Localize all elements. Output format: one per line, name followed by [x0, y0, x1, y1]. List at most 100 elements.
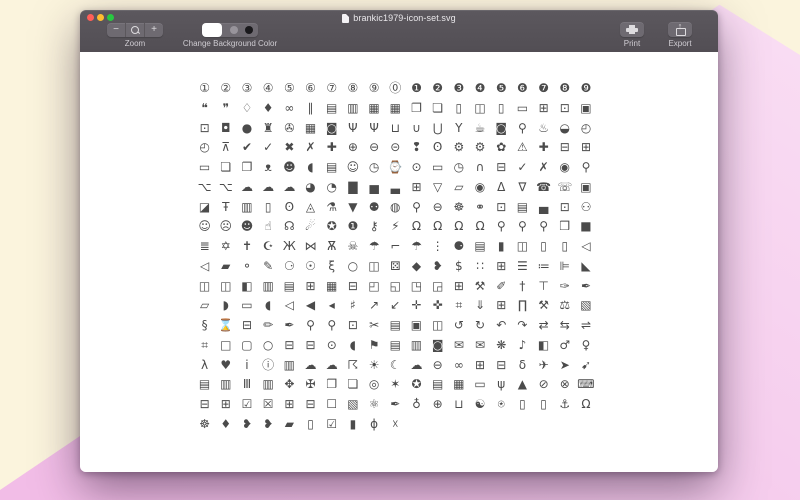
anchor-icon: ⚓ — [554, 395, 575, 415]
crosshair-h-icon: ✜ — [427, 296, 448, 316]
pie-chart-icon: ◕ — [300, 178, 321, 198]
layout-2col-icon: ◫ — [215, 277, 236, 297]
num-2-icon: ② — [215, 79, 236, 99]
pen-icon: ✒ — [279, 316, 300, 336]
background-color-label: Change Background Color — [183, 39, 277, 48]
mic-icon: Ψ — [364, 119, 385, 139]
gauge-2-icon: ◴ — [194, 138, 215, 158]
print-label: Print — [624, 39, 640, 48]
medal-icon: ✪ — [321, 217, 342, 237]
rotate-ccw-icon: ↺ — [448, 316, 469, 336]
skull-icon: ☠ — [342, 237, 363, 257]
gem-icon: ◆ — [406, 257, 427, 277]
set-square-icon: ◣ — [575, 257, 596, 277]
bulb-outline-icon: ○ — [342, 257, 363, 277]
storm-cloud-icon: ☈ — [342, 356, 363, 376]
beer-icon: ◙ — [491, 119, 512, 139]
org-chart-icon: ⌥ — [215, 178, 236, 198]
minus-circle-icon: ⊝ — [385, 138, 406, 158]
swatch-white[interactable] — [202, 23, 222, 37]
fullscreen-button[interactable] — [107, 14, 114, 21]
icon-row: λ♥iⓘ▥☁☁☈☀☾☁⊖∞⊞⊟δ✈➤➹ — [194, 356, 597, 376]
eraser-icon: ▰ — [279, 415, 300, 435]
tools-icon: ⚒ — [469, 277, 490, 297]
tag-solid-icon: ♦ — [258, 99, 279, 119]
car-icon: ⊖ — [427, 356, 448, 376]
camera-icon: ◘ — [215, 119, 236, 139]
camera-solid-icon: ● — [236, 119, 257, 139]
clipboard-solid-icon: ▮ — [342, 415, 363, 435]
bed-icon: ▄ — [533, 198, 554, 218]
close-button[interactable] — [87, 14, 94, 21]
presentation-icon: ⊞ — [406, 178, 427, 198]
fan-icon: ❋ — [491, 336, 512, 356]
box-icon: ❒ — [554, 217, 575, 237]
robot-mask-icon: Ж — [279, 237, 300, 257]
check-circle-icon: ✓ — [258, 138, 279, 158]
female-icon: ♀ — [575, 336, 596, 356]
tag-icon: ♢ — [236, 99, 257, 119]
gear-outline-icon: ✿ — [491, 138, 512, 158]
zoom-in-icon: ⚲ — [491, 217, 512, 237]
num-6-icon: ⑥ — [300, 79, 321, 99]
icon-row: ◴⊼✔✓✖✗✚⊕⊖⊝❢ʘ⚙⚙✿⚠✚⊟⊞ — [194, 138, 597, 158]
ribbon-icon: λ — [194, 356, 215, 376]
arrows-out-icon: ✥ — [279, 375, 300, 395]
icon-row: ⊟⊞☑☒⊞⊟☐▧⚛✒♁⊕⊔☯⍟▯▯⚓Ω — [194, 395, 597, 415]
smiley-icon: ☺ — [194, 217, 215, 237]
printer-icon — [626, 25, 638, 34]
camcorder-icon: ◙ — [321, 119, 342, 139]
photo-stack-icon: ❏ — [215, 158, 236, 178]
magnifier-icon — [131, 26, 139, 34]
document-icon: ▯ — [448, 99, 469, 119]
icon-row: ①②③④⑤⑥⑦⑧⑨⓪❶❷❸❹❺❻❼❽❾ — [194, 79, 597, 99]
bus-icon: ⊟ — [491, 356, 512, 376]
print-button[interactable] — [620, 22, 644, 37]
piggy-bank-icon: ◖ — [342, 336, 363, 356]
pacman-icon: ◖ — [300, 158, 321, 178]
tablet-icon: ▭ — [512, 99, 533, 119]
bomb-icon: ⚈ — [448, 237, 469, 257]
cloud-upload-icon: ☁ — [258, 178, 279, 198]
doorway-icon: ▯ — [533, 395, 554, 415]
paper-plane-icon: ➤ — [554, 356, 575, 376]
layout-grid-9-icon: ▦ — [321, 277, 342, 297]
dashed-box-icon: ☐ — [321, 395, 342, 415]
swatch-black[interactable] — [245, 26, 253, 34]
padlock-open-icon: Ω — [469, 217, 490, 237]
layout-br-icon: ◲ — [427, 277, 448, 297]
cup-togo-icon: ∪ — [406, 119, 427, 139]
banknotes-icon: ⊟ — [300, 336, 321, 356]
swatch-gray[interactable] — [230, 26, 238, 34]
export-button[interactable]: ↑ — [668, 22, 692, 37]
printer-icon: ⊞ — [215, 395, 236, 415]
sale-tag-icon: ◪ — [194, 198, 215, 218]
helm-icon: ☸ — [448, 198, 469, 218]
zoom-in-button[interactable]: + — [144, 23, 163, 37]
eyedropper-2-icon: ✒ — [385, 395, 406, 415]
chart-down-icon: ▃ — [385, 178, 406, 198]
cross-icon: ✝ — [236, 237, 257, 257]
zoom-magnifier-button[interactable] — [125, 23, 144, 37]
chart-area-icon: ▧ — [575, 296, 596, 316]
icon-row: ☸♦❥❥▰▯☑▮ϕ☓ — [194, 415, 597, 435]
gamepad-icon: ◉ — [469, 178, 490, 198]
bat-icon: ⋈ — [300, 237, 321, 257]
dashed-check-icon: ☑ — [236, 395, 257, 415]
check-icon: ✓ — [512, 158, 533, 178]
window-title: brankic1979-icon-set.svg — [353, 13, 455, 23]
stop-sign-icon: ⊗ — [554, 375, 575, 395]
minimize-button[interactable] — [97, 14, 104, 21]
barcode-frame-icon: ▥ — [258, 375, 279, 395]
columns-icon: ▥ — [236, 198, 257, 218]
num-0-icon: ⓪ — [385, 79, 406, 99]
male-icon: ♂ — [554, 336, 575, 356]
eyedropper-icon: ✒ — [575, 277, 596, 297]
dashed-minus-icon: ⊟ — [300, 395, 321, 415]
battery-half-icon: ◫ — [512, 237, 533, 257]
folder-icon: ▱ — [448, 178, 469, 198]
num-7-solid-icon: ❼ — [533, 79, 554, 99]
rugby-icon: ⊖ — [427, 198, 448, 218]
zoom-out-button[interactable]: − — [107, 23, 125, 37]
invader-icon: Ѫ — [321, 237, 342, 257]
